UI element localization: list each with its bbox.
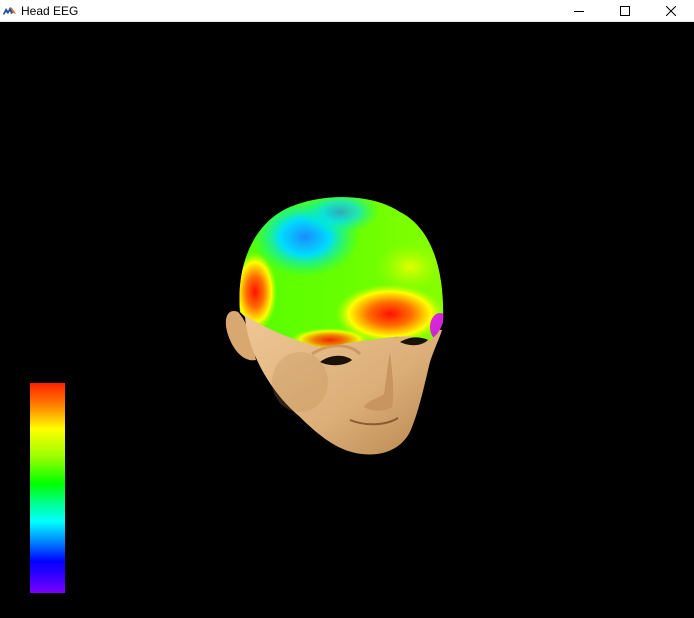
3d-viewport[interactable] <box>0 22 694 618</box>
close-icon <box>666 6 676 16</box>
maximize-button[interactable] <box>602 0 648 22</box>
minimize-icon <box>574 11 584 12</box>
app-window: Head EEG <box>0 0 694 618</box>
matlab-icon <box>2 3 18 19</box>
window-controls <box>556 0 694 22</box>
head-model[interactable] <box>0 22 694 618</box>
colorbar <box>30 383 65 593</box>
window-title: Head EEG <box>21 3 79 18</box>
maximize-icon <box>620 6 630 16</box>
close-button[interactable] <box>648 0 694 22</box>
title-bar[interactable]: Head EEG <box>0 0 694 22</box>
minimize-button[interactable] <box>556 0 602 22</box>
